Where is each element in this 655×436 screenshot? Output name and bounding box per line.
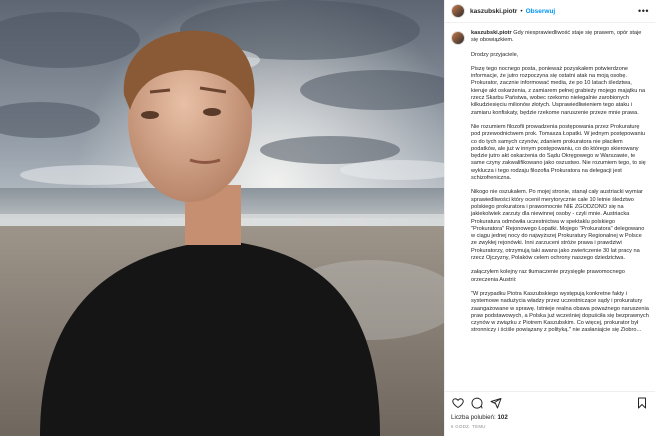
post-side-panel: kaszubski.piotr • Obserwuj ••• kaszubski… [444,0,655,436]
separator-dot: • [520,7,523,15]
caption-paragraph: załączyłem kolejny raz tłumaczenie przys… [471,269,625,283]
caption-row: kaszubski.piotr Gdy niesprawiedliwość st… [451,30,649,342]
post-header: kaszubski.piotr • Obserwuj ••• [445,0,655,23]
action-bar [445,391,655,414]
caption-username[interactable]: kaszubski.piotr [471,30,512,36]
comment-icon[interactable] [469,395,485,411]
post-date: 6 GODZ. TEMU [451,424,486,429]
likes-count[interactable]: Liczba polubień: 102 [445,414,655,424]
caption-section: kaszubski.piotr Gdy niesprawiedliwość st… [445,23,655,391]
photo-illustration [0,0,444,436]
likes-label: Liczba polubień: [451,414,496,421]
likes-number: 102 [497,414,508,421]
caption-paragraph: Drodzy przyjaciele, [471,51,519,58]
follow-button[interactable]: Obserwuj [526,8,556,15]
author-username[interactable]: kaszubski.piotr [470,8,517,15]
caption-paragraph: Piszę tego nocnego posta, ponieważ pozys… [471,65,646,116]
instagram-post: kaszubski.piotr • Obserwuj ••• kaszubski… [0,0,655,436]
caption-paragraph: Nikogo nie oszukałem. Po mojej stronie, … [471,189,645,262]
bookmark-icon[interactable] [634,395,650,411]
heart-icon[interactable] [450,395,466,411]
post-photo[interactable] [0,0,444,436]
caption-first-paragraph: kaszubski.piotr Gdy niesprawiedliwość st… [471,30,649,45]
author-avatar[interactable] [451,4,465,18]
share-icon[interactable] [488,395,504,411]
caption-text: kaszubski.piotr Gdy niesprawiedliwość st… [471,30,649,342]
more-options-icon[interactable]: ••• [638,6,649,16]
caption-paragraph: "W przypadku Piotra Kaszubskiego występu… [471,290,649,334]
caption-author-avatar[interactable] [451,31,465,45]
scroll-fade [445,373,655,391]
caption-paragraph: Nie rozumiem filozofii prowadzenia postę… [471,123,646,182]
